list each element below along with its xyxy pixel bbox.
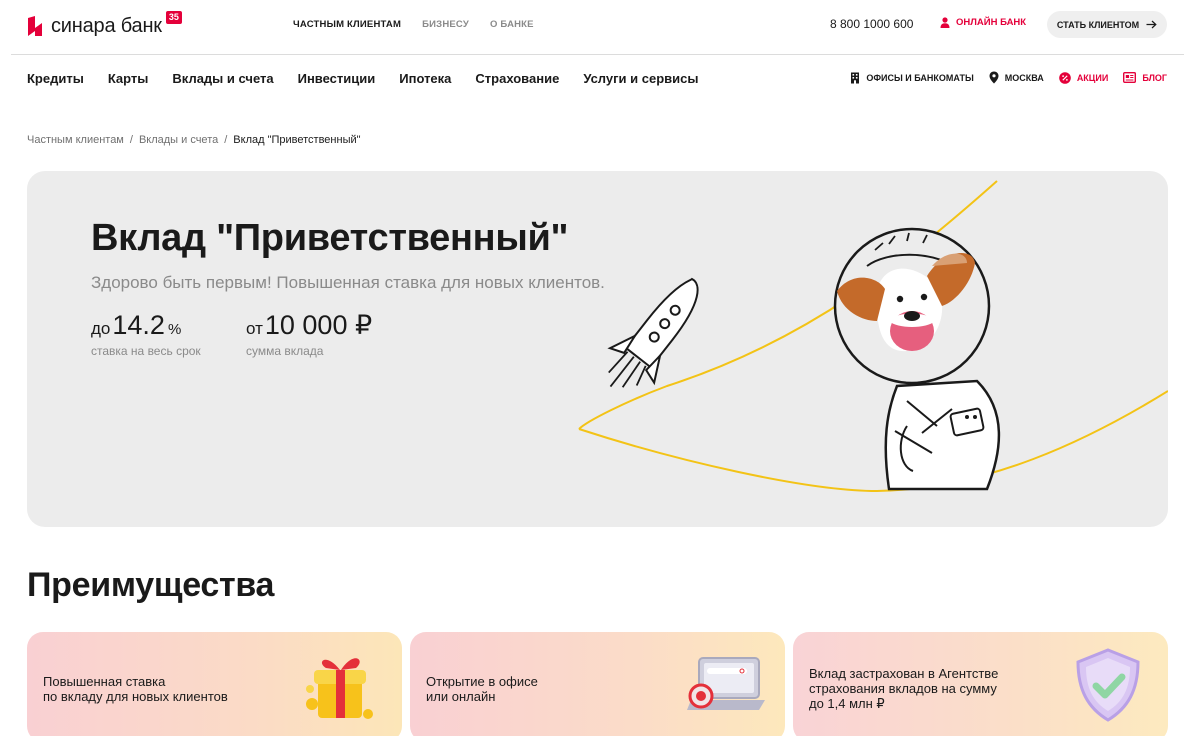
building-icon: [851, 72, 860, 83]
advantage-card: Открытие в офисе или онлайн: [410, 632, 785, 736]
nav-deposits[interactable]: Вклады и счета: [172, 71, 273, 86]
offices-link[interactable]: ОФИСЫ И БАНКОМАТЫ: [850, 72, 974, 84]
logo-badge: 35: [165, 10, 182, 24]
amount-prefix: от: [246, 319, 263, 338]
amount-stat: от 10 000 ₽ сумма вклада: [246, 310, 372, 358]
breadcrumb: Частным клиентам / Вклады и счета / Вкла…: [27, 134, 361, 146]
logo-text: синара банк: [51, 14, 162, 37]
city-selector[interactable]: МОСКВА: [989, 71, 1044, 84]
advantage-text: Открытие в офисе или онлайн: [426, 674, 538, 704]
nav-insurance[interactable]: Страхование: [475, 71, 559, 86]
rate-stat: до 14.2 % ставка на весь срок: [91, 310, 201, 358]
advantage-line: до 1,4 млн ₽: [809, 696, 885, 711]
advantage-line: страхования вкладов на сумму: [809, 681, 997, 696]
nav-credits[interactable]: Кредиты: [27, 71, 84, 86]
advantage-text: Повышенная ставка по вкладу для новых кл…: [43, 674, 228, 704]
promos-label: АКЦИИ: [1076, 72, 1109, 83]
advantages-title: Преимущества: [27, 566, 275, 604]
rocket-icon: [607, 277, 699, 388]
location-pin-icon: [989, 71, 999, 84]
blog-label: БЛОГ: [1142, 72, 1167, 83]
nav-mortgage[interactable]: Ипотека: [399, 71, 451, 86]
online-bank-link[interactable]: ОНЛАЙН БАНК: [940, 17, 1026, 28]
breadcrumb-current: Вклад "Приветственный": [233, 134, 361, 146]
segment-private-clients[interactable]: ЧАСТНЫМ КЛИЕНТАМ: [293, 19, 401, 30]
utility-nav: ОФИСЫ И БАНКОМАТЫ МОСКВА АКЦИИ БЛОГ: [850, 71, 1167, 84]
become-client-label: СТАТЬ КЛИЕНТОМ: [1056, 19, 1140, 30]
top-bar: синара банк 35 ЧАСТНЫМ КЛИЕНТАМ БИЗНЕСУ …: [0, 0, 1200, 54]
arrow-right-icon: [1146, 20, 1157, 29]
page-title: Вклад "Приветственный": [91, 217, 569, 259]
nav-services[interactable]: Услуги и сервисы: [583, 71, 698, 86]
advantage-line: по вкладу для новых клиентов: [43, 689, 228, 704]
shield-check-image: [1076, 648, 1140, 722]
advantage-card: Повышенная ставка по вкладу для новых кл…: [27, 632, 402, 736]
advantages-cards: Повышенная ставка по вкладу для новых кл…: [27, 632, 1168, 736]
segment-nav: ЧАСТНЫМ КЛИЕНТАМ БИЗНЕСУ О БАНКЕ: [293, 19, 534, 30]
astronaut-dog-image: [833, 227, 1001, 491]
segment-business[interactable]: БИЗНЕСУ: [422, 19, 469, 30]
breadcrumb-private-clients[interactable]: Частным клиентам: [27, 134, 124, 146]
hero-subtitle: Здорово быть первым! Повышенная ставка д…: [91, 273, 605, 292]
advantage-card: Вклад застрахован в Агентстве страховани…: [793, 632, 1168, 736]
laptop-image: [687, 657, 765, 710]
blog-icon: [1123, 72, 1137, 83]
main-nav: Кредиты Карты Вклады и счета Инвестиции …: [27, 71, 722, 86]
phone-number[interactable]: 8 800 1000 600: [830, 17, 913, 31]
hero-banner: Вклад "Приветственный" Здорово быть перв…: [27, 171, 1168, 527]
rate-unit: %: [167, 321, 182, 338]
online-bank-label: ОНЛАЙН БАНК: [956, 17, 1027, 28]
advantage-line: Вклад застрахован в Агентстве: [809, 666, 999, 681]
percent-badge-icon: [1059, 71, 1071, 84]
logo[interactable]: синара банк 35: [27, 10, 182, 41]
amount-caption: сумма вклада: [246, 344, 324, 358]
rate-caption: ставка на весь срок: [91, 344, 201, 358]
rate-value: 14.2: [112, 310, 165, 340]
become-client-button[interactable]: СТАТЬ КЛИЕНТОМ: [1047, 11, 1167, 38]
breadcrumb-deposits[interactable]: Вклады и счета: [139, 134, 218, 146]
header-divider: [11, 54, 1184, 55]
offices-label: ОФИСЫ И БАНКОМАТЫ: [866, 72, 974, 83]
advantage-line: или онлайн: [426, 689, 496, 704]
user-icon: [940, 17, 950, 28]
city-label: МОСКВА: [1004, 72, 1044, 83]
advantage-text: Вклад застрахован в Агентстве страховани…: [809, 666, 998, 711]
advantage-line: Открытие в офисе: [426, 674, 538, 689]
logo-mark-icon: [28, 16, 42, 36]
nav-investments[interactable]: Инвестиции: [298, 71, 376, 86]
gift-box-image: [306, 658, 373, 719]
blog-link[interactable]: БЛОГ: [1123, 72, 1167, 83]
promos-link[interactable]: АКЦИИ: [1059, 71, 1109, 84]
amount-value: 10 000 ₽: [264, 310, 373, 340]
nav-cards[interactable]: Карты: [108, 71, 149, 86]
advantage-line: Повышенная ставка: [43, 674, 166, 689]
segment-about-bank[interactable]: О БАНКЕ: [490, 19, 534, 30]
rate-prefix: до: [91, 319, 111, 338]
breadcrumb-separator: /: [129, 134, 133, 146]
breadcrumb-separator: /: [224, 134, 228, 146]
